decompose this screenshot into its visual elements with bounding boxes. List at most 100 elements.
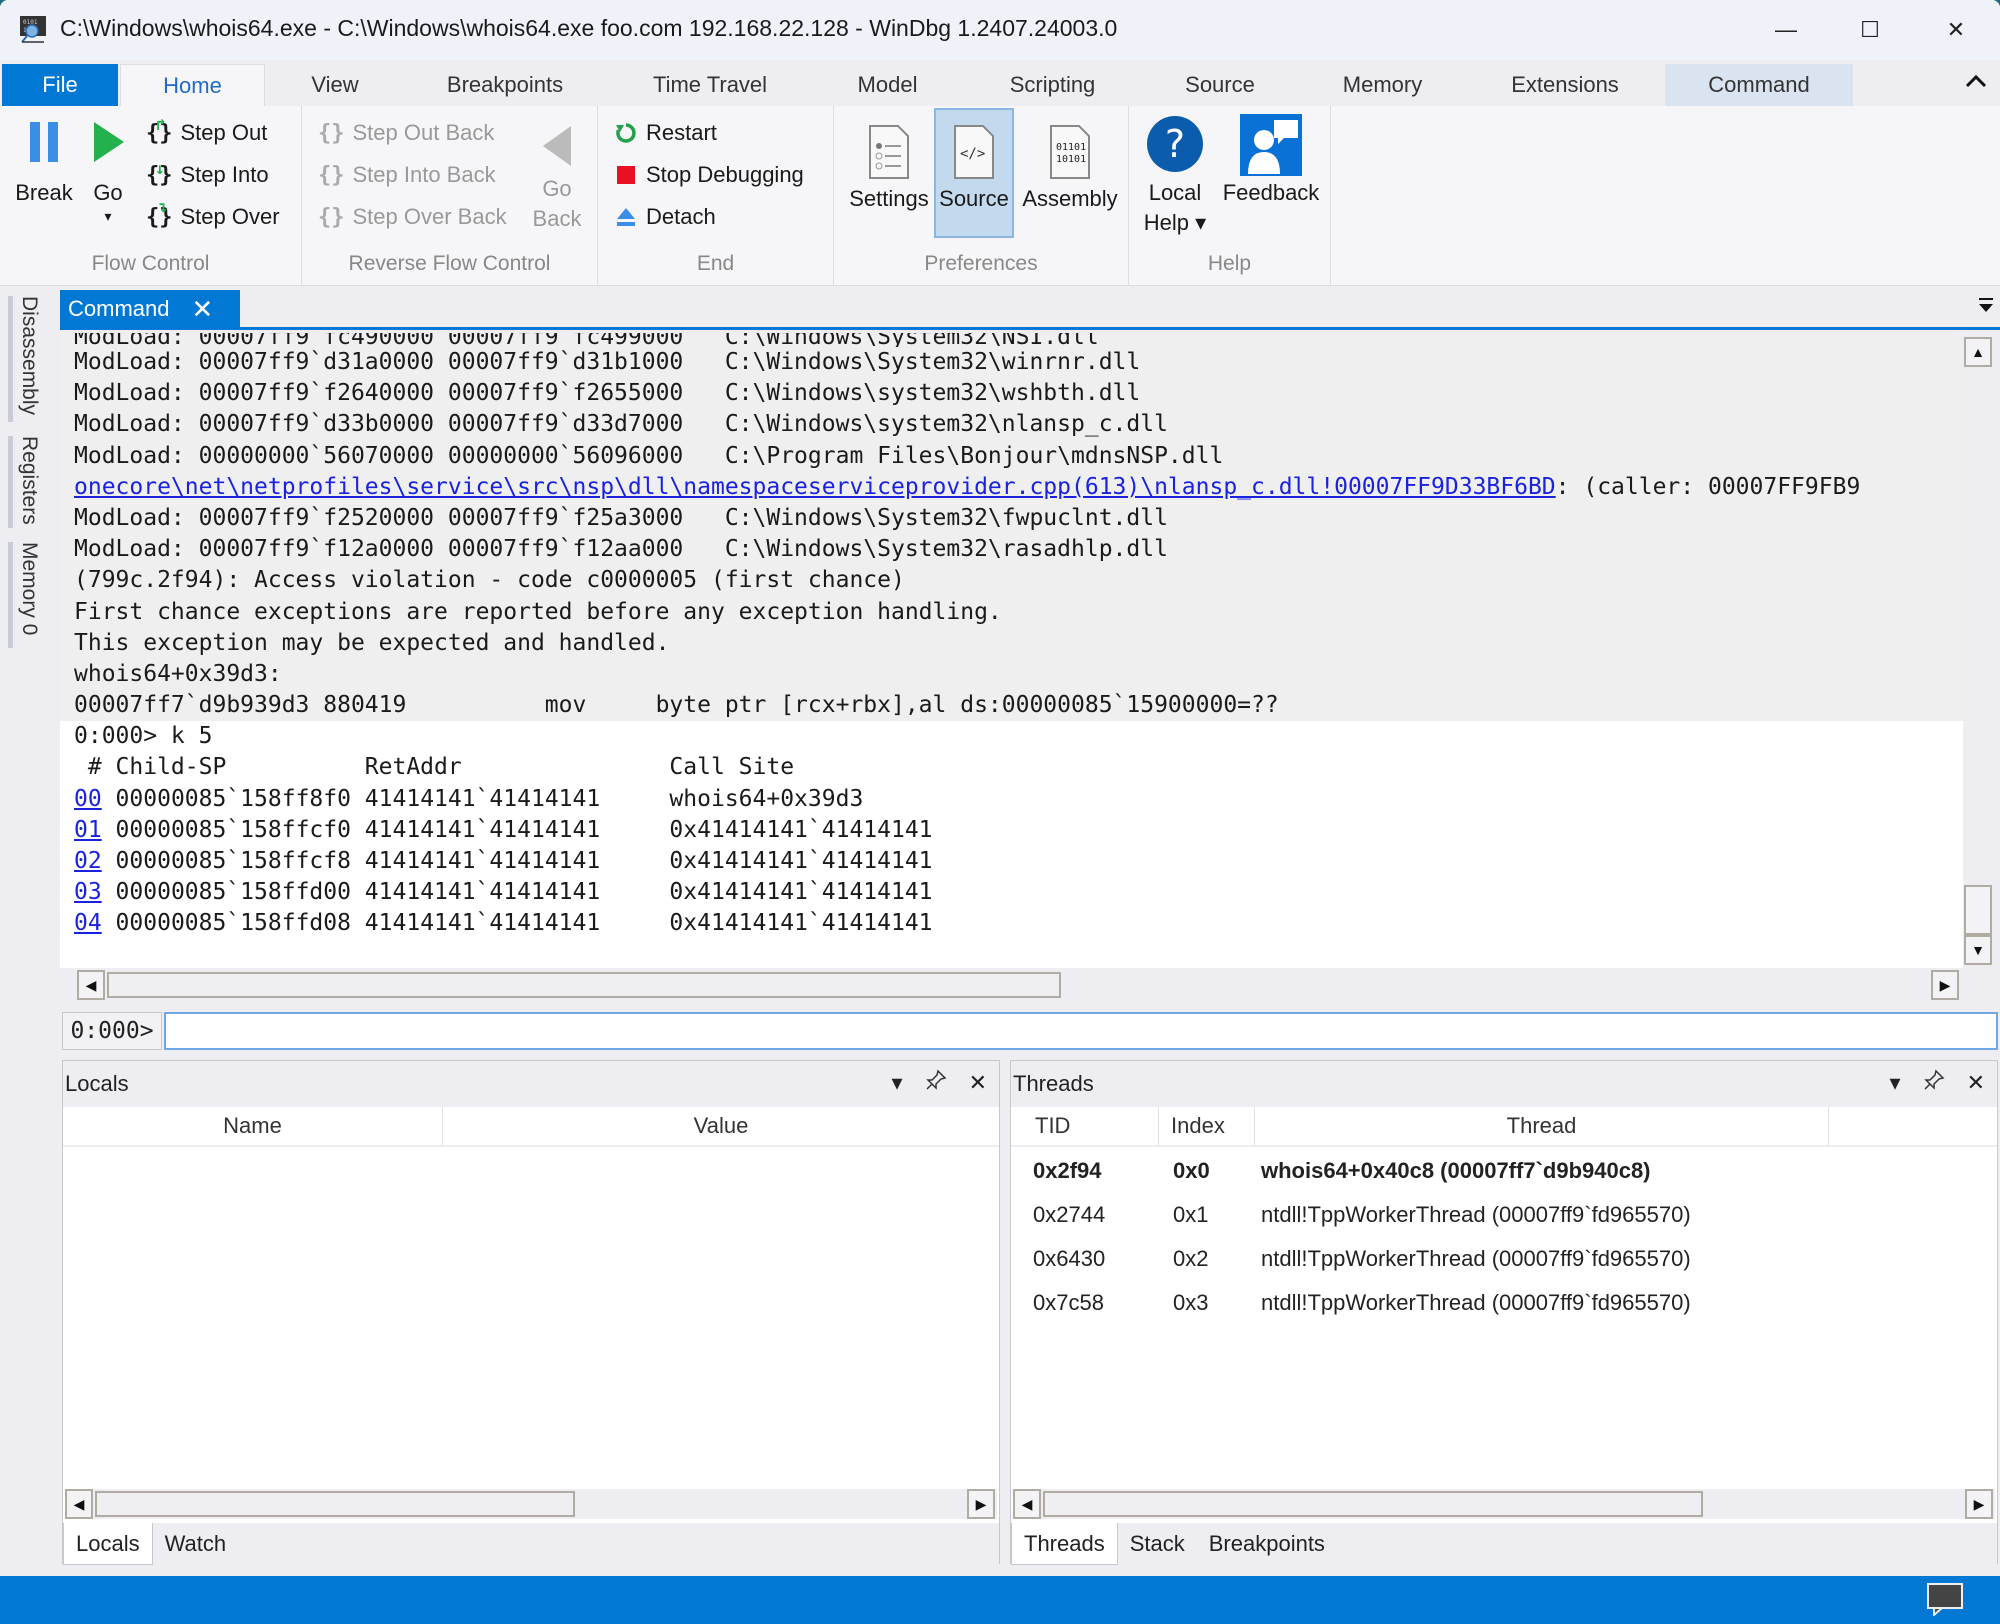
command-vertical-scrollbar[interactable]: ▲ ▼	[1963, 333, 1993, 968]
thread-row[interactable]: 0x2744 0x1 ntdll!TppWorkerThread (00007f…	[1011, 1193, 1997, 1237]
thread-index: 0x3	[1173, 1290, 1209, 1315]
tab-time-travel[interactable]: Time Travel	[635, 64, 785, 106]
tab-extensions[interactable]: Extensions	[1495, 64, 1635, 106]
threads-horizontal-scrollbar[interactable]: ◀ ▶	[1013, 1489, 1995, 1519]
command-output[interactable]: ModLoad: 00007ff9`fc490000 00007ff9`fc49…	[60, 333, 1963, 968]
collapse-ribbon-chevron-icon[interactable]	[1964, 70, 1988, 98]
source-button[interactable]: </> Source	[934, 108, 1014, 238]
local-help-label-1: Local	[1148, 180, 1202, 205]
vertical-scroll-thumb[interactable]	[1964, 885, 1992, 935]
command-input[interactable]	[164, 1012, 1998, 1050]
assembly-button[interactable]: 01101 10101 Assembly	[1018, 114, 1122, 242]
frame-number-link[interactable]: 03	[74, 879, 102, 905]
scroll-left-arrow-icon[interactable]: ◀	[1013, 1489, 1041, 1519]
scroll-left-arrow-icon[interactable]: ◀	[65, 1489, 93, 1519]
horizontal-scroll-thumb[interactable]	[1043, 1491, 1703, 1517]
step-out-button[interactable]: {} ↱ Step Out	[146, 115, 267, 146]
tab-watch[interactable]: Watch	[153, 1523, 239, 1565]
column-header-tid[interactable]: TID	[1011, 1107, 1159, 1145]
break-button[interactable]: Break	[12, 118, 76, 208]
side-tab-registers[interactable]: Registers	[8, 436, 44, 528]
go-dropdown-arrow-icon[interactable]: ▾	[104, 208, 111, 224]
tab-list-menu-icon[interactable]	[1978, 296, 1994, 319]
thread-tid: 0x7c58	[1033, 1290, 1104, 1315]
local-help-button[interactable]: ? Local Help ▾	[1139, 114, 1211, 238]
side-tab-disassembly[interactable]: Disassembly	[8, 296, 44, 422]
step-into-back-label: Step Into Back	[352, 162, 496, 187]
step-out-back-button[interactable]: {} Step Out Back	[318, 120, 494, 146]
step-into-button[interactable]: {} ↓ Step Into	[146, 159, 269, 188]
tab-command[interactable]: Command	[1665, 64, 1853, 106]
frame-details: 00000085`158ffd00 41414141`41414141 0x41…	[101, 879, 933, 906]
notifications-chat-icon[interactable]	[1926, 1582, 1964, 1616]
column-header-index[interactable]: Index	[1159, 1107, 1255, 1145]
frame-number-link[interactable]: 01	[74, 817, 102, 843]
column-header-thread[interactable]: Thread	[1255, 1107, 1829, 1145]
tab-memory[interactable]: Memory	[1325, 64, 1440, 106]
pin-icon[interactable]	[1923, 1069, 1945, 1097]
restart-button[interactable]: Restart	[614, 120, 717, 146]
frame-details: 00000085`158ffcf8 41414141`41414141 0x41…	[101, 848, 933, 874]
pane-dropdown-icon[interactable]: ▾	[1890, 1070, 1901, 1096]
stop-debugging-button[interactable]: Stop Debugging	[614, 162, 804, 188]
horizontal-scroll-thumb[interactable]	[107, 972, 1061, 998]
tab-stack[interactable]: Stack	[1118, 1523, 1197, 1565]
scroll-right-arrow-icon[interactable]: ▶	[1931, 970, 1959, 1000]
feedback-button[interactable]: Feedback	[1221, 114, 1321, 208]
tab-breakpoints-pane[interactable]: Breakpoints	[1197, 1523, 1337, 1565]
thread-row-current[interactable]: 0x2f94 0x0 whois64+0x40c8 (00007ff7`d9b9…	[1011, 1149, 1997, 1193]
frame-number-link[interactable]: 00	[74, 786, 102, 812]
frame-number-link[interactable]: 04	[74, 910, 102, 936]
pane-dropdown-icon[interactable]: ▾	[892, 1070, 903, 1096]
column-header-extra	[1829, 1107, 1997, 1145]
column-header-value[interactable]: Value	[443, 1107, 999, 1145]
tab-source[interactable]: Source	[1170, 64, 1270, 106]
close-locals-icon[interactable]: ✕	[969, 1070, 987, 1096]
step-over-back-button[interactable]: {} Step Over Back	[318, 204, 507, 230]
step-into-back-button[interactable]: {} Step Into Back	[318, 162, 496, 188]
thread-row[interactable]: 0x6430 0x2 ntdll!TppWorkerThread (00007f…	[1011, 1237, 1997, 1281]
group-label-help: Help	[1207, 252, 1252, 275]
scroll-left-arrow-icon[interactable]: ◀	[77, 970, 105, 1000]
maximize-button[interactable]: ☐	[1826, 0, 1914, 60]
tab-locals[interactable]: Locals	[63, 1523, 153, 1565]
go-button[interactable]: Go ▾	[84, 118, 132, 224]
step-into-back-icon: {}	[318, 162, 345, 188]
tab-home[interactable]: Home	[120, 64, 265, 106]
scroll-up-arrow-icon[interactable]: ▲	[1964, 337, 1992, 367]
tab-threads[interactable]: Threads	[1011, 1523, 1118, 1565]
close-threads-icon[interactable]: ✕	[1967, 1070, 1985, 1096]
source-label: Source	[939, 186, 1009, 211]
step-over-button[interactable]: {} ↴ Step Over	[146, 197, 280, 230]
close-command-tab-icon[interactable]: ✕	[191, 294, 213, 325]
step-over-back-icon: {}	[318, 204, 345, 230]
tab-scripting[interactable]: Scripting	[990, 64, 1115, 106]
locals-pane-header: Locals ▾ ✕	[63, 1061, 999, 1107]
command-horizontal-scrollbar[interactable]: ◀ ▶	[77, 970, 1963, 1000]
tab-view[interactable]: View	[290, 64, 380, 106]
locals-horizontal-scrollbar[interactable]: ◀ ▶	[65, 1489, 997, 1519]
output-line: 00007ff7`d9b939d3 880419 mov byte ptr [r…	[74, 692, 1279, 719]
scroll-right-arrow-icon[interactable]: ▶	[967, 1489, 995, 1519]
side-tab-memory-0[interactable]: Memory 0	[8, 542, 44, 648]
tab-model[interactable]: Model	[840, 64, 935, 106]
close-button[interactable]: ✕	[1912, 0, 2000, 60]
horizontal-scroll-thumb[interactable]	[95, 1491, 575, 1517]
column-header-name[interactable]: Name	[63, 1107, 443, 1145]
pin-icon[interactable]	[925, 1069, 947, 1097]
minimize-button[interactable]: —	[1742, 0, 1830, 60]
scroll-down-arrow-icon[interactable]: ▼	[1964, 935, 1992, 965]
frame-number-link[interactable]: 02	[74, 848, 102, 874]
thread-row[interactable]: 0x7c58 0x3 ntdll!TppWorkerThread (00007f…	[1011, 1281, 1997, 1325]
tab-file[interactable]: File	[2, 64, 118, 106]
stack-frame-row: 03 00000085`158ffd00 41414141`41414141 0…	[60, 877, 1963, 908]
output-line-link: onecore\net\netprofiles\service\src\nsp\…	[60, 472, 1963, 503]
settings-button[interactable]: Settings	[846, 114, 932, 242]
group-label-reverse-flow-control: Reverse Flow Control	[348, 252, 551, 275]
go-back-button[interactable]: Go Back	[532, 124, 582, 234]
scroll-right-arrow-icon[interactable]: ▶	[1965, 1489, 1993, 1519]
source-location-link[interactable]: onecore\net\netprofiles\service\src\nsp\…	[74, 474, 1556, 500]
detach-button[interactable]: Detach	[614, 204, 716, 230]
tab-command-window[interactable]: Command ✕	[60, 290, 240, 328]
tab-breakpoints[interactable]: Breakpoints	[430, 64, 580, 106]
